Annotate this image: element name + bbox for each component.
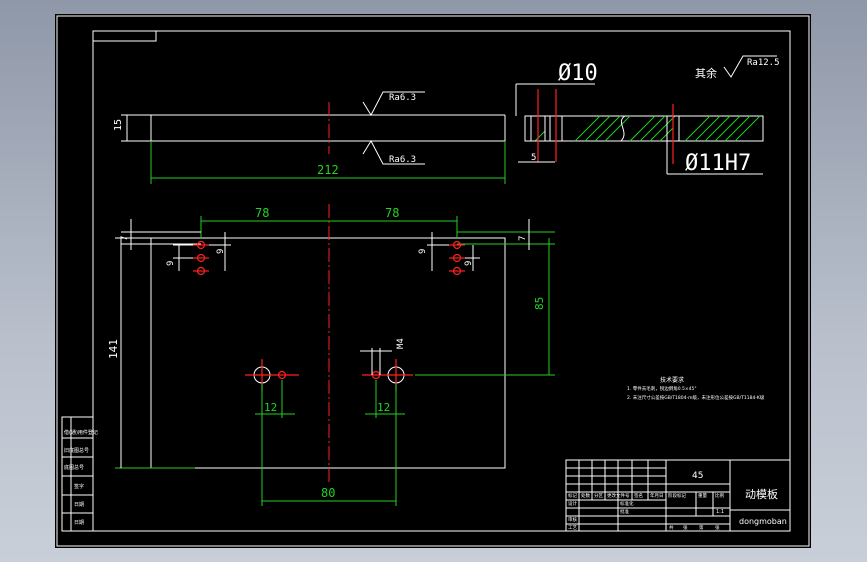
roughness-other-value: Ra12.5 xyxy=(747,58,780,68)
technical-notes: 技术要求 1. 零件去毛刺，锐边倒角0.5×45° 2. 未注尺寸公差按GB/T… xyxy=(627,376,765,401)
stage-cell-1: 重量 xyxy=(698,492,707,499)
depth-label: 5 xyxy=(531,153,536,163)
dim-85: 85 xyxy=(533,297,546,310)
left-cell-3: 签字 xyxy=(74,483,84,490)
header-cell-3: 更改文件号 xyxy=(607,492,630,499)
stage-cell-0: 阶段标记 xyxy=(668,492,686,499)
left-cell-5: 日期 xyxy=(74,520,84,526)
height-label: 141 xyxy=(107,339,120,359)
dim-80: 80 xyxy=(321,486,335,500)
dim-9-d: 9 xyxy=(464,261,474,266)
left-cell-4: 日期 xyxy=(74,502,84,508)
sheet-cell-1: 张 xyxy=(683,524,688,531)
header-cell-4: 签名 xyxy=(634,492,643,499)
front-view: 78 78 7 7 9 9 9 9 141 85 M4 12 12 80 xyxy=(107,204,555,506)
header-cell-1: 处数 xyxy=(581,492,590,499)
dim-9-b: 9 xyxy=(216,249,226,254)
outer-frame xyxy=(56,15,810,547)
left-cell-2: 底图总号 xyxy=(64,464,84,471)
dim-12-left: 12 xyxy=(264,401,277,414)
cad-drawing: 15 212 Ra6.3 Ra6.3 Ø10 5 Ø11H7 其余 Ra12.5… xyxy=(56,15,810,547)
notes-line-1: 1. 零件去毛刺，锐边倒角0.5×45° xyxy=(627,385,697,392)
title-block: 标记 处数 分区 更改文件号 签名 年月日 设计 标准化 批准 审核 工艺 45… xyxy=(565,459,791,532)
dim-9-a: 9 xyxy=(166,261,176,266)
part-name: 动模板 xyxy=(745,487,778,501)
role-cell-0: 设计 xyxy=(568,500,577,507)
drawing-sheet: 15 212 Ra6.3 Ra6.3 Ø10 5 Ø11H7 其余 Ra12.5… xyxy=(55,14,811,548)
roughness-other-label: 其余 xyxy=(695,66,717,80)
left-cell-0: 借(通)用件登记 xyxy=(64,429,98,436)
role-cell-2: 工艺 xyxy=(568,525,577,531)
material-label: 45 xyxy=(692,471,703,481)
section-hatch xyxy=(534,115,761,142)
dim-78-left: 78 xyxy=(255,206,269,220)
header-cell-0: 标记 xyxy=(568,492,577,499)
section-view: Ø10 5 Ø11H7 xyxy=(515,61,764,176)
left-side-table: 借(通)用件登记 旧底图总号 底图总号 签字 日期 日期 xyxy=(61,416,98,532)
roughness-bottom: Ra6.3 xyxy=(389,155,416,165)
dim-m4: M4 xyxy=(396,338,406,349)
length-label: 212 xyxy=(317,163,339,177)
dim-7-right: 7 xyxy=(518,236,528,241)
roughness-top: Ra6.3 xyxy=(389,93,416,103)
role-cell-1: 审核 xyxy=(568,516,577,523)
sheet-cell-2: 第 xyxy=(699,524,704,531)
sheet-cell-0: 共 xyxy=(669,524,674,531)
scale-value: 1:1 xyxy=(716,509,724,515)
stage-cell-2: 比例 xyxy=(715,492,724,499)
notes-title: 技术要求 xyxy=(660,376,684,384)
drawing-number: dongmoban xyxy=(739,517,787,526)
left-cell-1: 旧底图总号 xyxy=(64,447,89,454)
header-cell-5: 年月日 xyxy=(650,492,664,499)
header-cell-2: 分区 xyxy=(594,492,603,499)
dim-78-right: 78 xyxy=(385,206,399,220)
thickness-label: 15 xyxy=(113,119,124,131)
hole-fit-label: Ø11H7 xyxy=(685,151,751,176)
role-cell-4: 批准 xyxy=(620,508,629,515)
dim-9-c: 9 xyxy=(418,249,428,254)
sheet-cell-3: 张 xyxy=(715,524,720,531)
general-roughness: 其余 Ra12.5 xyxy=(695,55,780,80)
dim-12-right: 12 xyxy=(377,401,390,414)
corner-tag-box xyxy=(92,30,157,42)
notes-line-2: 2. 未注尺寸公差按GB/T1804-m级，未注形位公差按GB/T1184-K级 xyxy=(627,394,765,401)
hole-dia-label: Ø10 xyxy=(558,61,598,86)
inner-frame xyxy=(92,30,791,532)
top-view: 15 212 Ra6.3 Ra6.3 xyxy=(113,91,506,184)
role-cell-3: 标准化 xyxy=(620,500,634,507)
